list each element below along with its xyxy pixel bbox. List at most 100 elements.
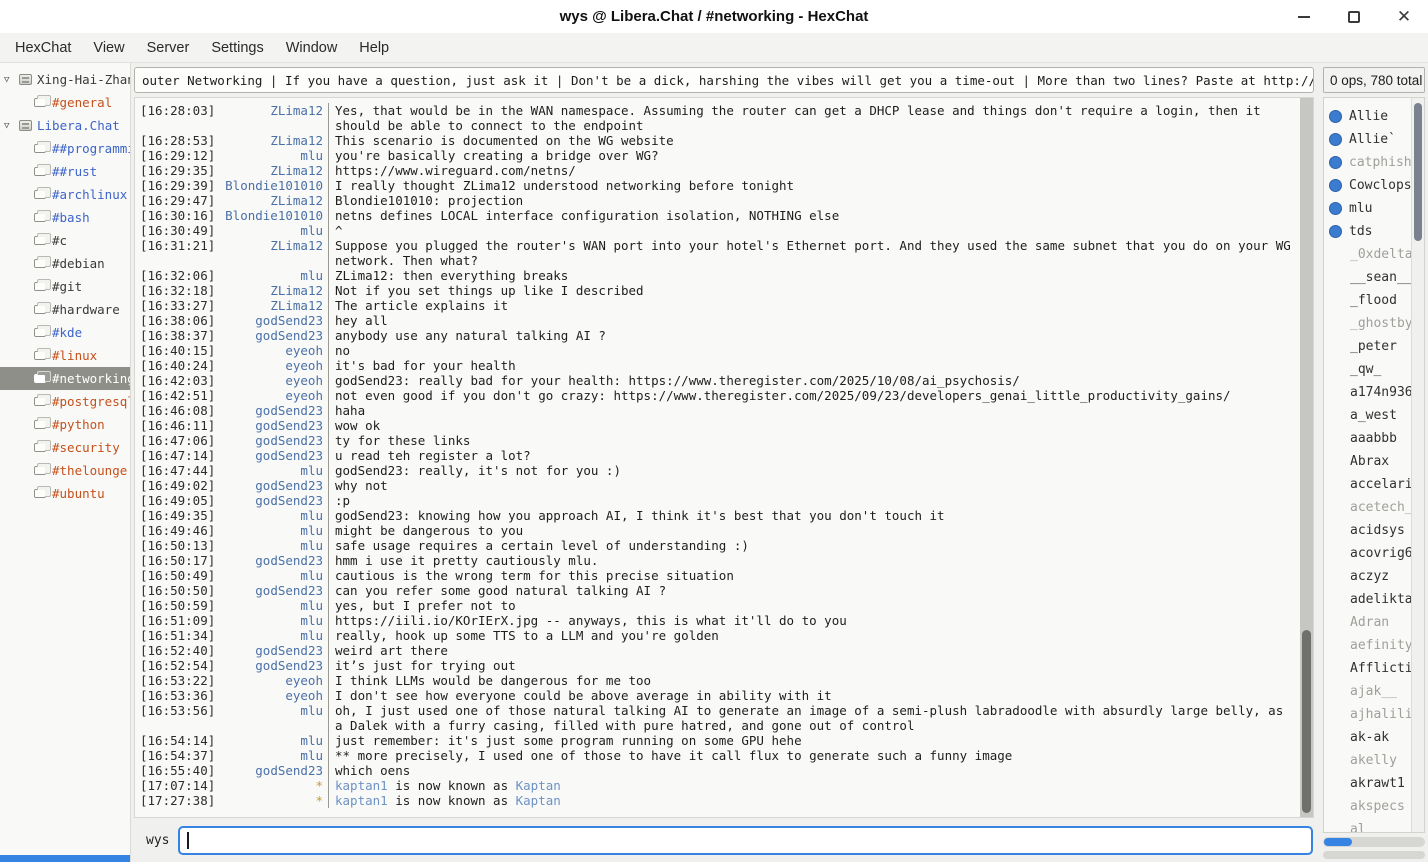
message-nick[interactable]: godSend23 — [220, 313, 328, 328]
user-item-affliction[interactable]: Affliction — [1324, 657, 1411, 680]
close-button[interactable]: ✕ — [1396, 9, 1412, 25]
tree-item--security[interactable]: #security — [0, 436, 130, 459]
tree-item--rust[interactable]: ##rust — [0, 160, 130, 183]
message-nick[interactable]: ZLima12 — [220, 103, 328, 133]
tree-item--linux[interactable]: #linux — [0, 344, 130, 367]
message-nick[interactable]: godSend23 — [220, 763, 328, 778]
expander-icon[interactable]: ▽ — [4, 121, 19, 131]
message-nick[interactable]: eyeoh — [220, 388, 328, 403]
message-nick[interactable]: ZLima12 — [220, 283, 328, 298]
user-item-ak-ak[interactable]: ak-ak — [1324, 726, 1411, 749]
user-item--sean-[interactable]: __sean__ — [1324, 266, 1411, 289]
message-nick[interactable]: Blondie101010 — [220, 178, 328, 193]
message-nick[interactable]: mlu — [220, 568, 328, 583]
message-nick[interactable]: godSend23 — [220, 478, 328, 493]
userlist-vertical-scrollbar[interactable] — [1411, 98, 1424, 832]
message-nick[interactable]: ZLima12 — [220, 238, 328, 268]
message-nick[interactable]: mlu — [220, 598, 328, 613]
message-nick[interactable]: eyeoh — [220, 358, 328, 373]
user-item-akspecs[interactable]: akspecs — [1324, 795, 1411, 818]
tree-item--ubuntu[interactable]: #ubuntu — [0, 482, 130, 505]
user-item-tds[interactable]: tds — [1324, 220, 1411, 243]
user-item-allie-[interactable]: Allie` — [1324, 128, 1411, 151]
user-item-acovrig60[interactable]: acovrig60 — [1324, 542, 1411, 565]
user-item--qw-[interactable]: _qw_ — [1324, 358, 1411, 381]
tree-item--debian[interactable]: #debian — [0, 252, 130, 275]
user-item-a174n936[interactable]: a174n936 — [1324, 381, 1411, 404]
message-nick[interactable]: mlu — [220, 463, 328, 478]
message-nick[interactable]: mlu — [220, 613, 328, 628]
user-item--ghostbyt[interactable]: _ghostbyt — [1324, 312, 1411, 335]
user-item-cowclops-[interactable]: Cowclops` — [1324, 174, 1411, 197]
message-nick[interactable]: godSend23 — [220, 583, 328, 598]
tree-item--git[interactable]: #git — [0, 275, 130, 298]
user-item--peter[interactable]: _peter — [1324, 335, 1411, 358]
user-item--0xdelta[interactable]: _0xdelta — [1324, 243, 1411, 266]
tree-item--thelounge[interactable]: #thelounge — [0, 459, 130, 482]
message-nick[interactable]: eyeoh — [220, 373, 328, 388]
message-nick[interactable]: eyeoh — [220, 673, 328, 688]
user-item--flood[interactable]: _flood — [1324, 289, 1411, 312]
menu-window[interactable]: Window — [275, 36, 349, 60]
message-nick[interactable]: godSend23 — [220, 658, 328, 673]
message-nick[interactable]: mlu — [220, 538, 328, 553]
user-item-aefinity[interactable]: aefinity — [1324, 634, 1411, 657]
message-nick[interactable]: Blondie101010 — [220, 208, 328, 223]
message-nick[interactable]: godSend23 — [220, 643, 328, 658]
message-nick[interactable]: mlu — [220, 733, 328, 748]
tree-item--general[interactable]: #general — [0, 91, 130, 114]
message-nick[interactable]: ZLima12 — [220, 163, 328, 178]
message-nick[interactable]: mlu — [220, 748, 328, 763]
message-nick[interactable]: godSend23 — [220, 448, 328, 463]
topic-bar[interactable]: outer Networking | If you have a questio… — [134, 67, 1314, 93]
message-nick[interactable]: ZLima12 — [220, 298, 328, 313]
user-item-ajhalili2[interactable]: ajhalili2 — [1324, 703, 1411, 726]
chat-scrollbar-thumb[interactable] — [1302, 630, 1311, 813]
tree-item--kde[interactable]: #kde — [0, 321, 130, 344]
user-item-aczyz[interactable]: aczyz — [1324, 565, 1411, 588]
tree-item--c[interactable]: #c — [0, 229, 130, 252]
message-nick[interactable]: ZLima12 — [220, 133, 328, 148]
message-nick[interactable]: godSend23 — [220, 328, 328, 343]
user-item-aaabbb[interactable]: aaabbb — [1324, 427, 1411, 450]
tree-item--programming[interactable]: ##programming — [0, 137, 130, 160]
user-item-mlu[interactable]: mlu — [1324, 197, 1411, 220]
message-nick[interactable]: mlu — [220, 148, 328, 163]
user-item-allie[interactable]: Allie — [1324, 105, 1411, 128]
tree-horizontal-scrollbar[interactable] — [0, 855, 130, 862]
tree-item--hardware[interactable]: #hardware — [0, 298, 130, 321]
tree-item--networking[interactable]: #networking — [0, 367, 130, 390]
user-item-akrawt1[interactable]: akrawt1 — [1324, 772, 1411, 795]
message-nick[interactable]: mlu — [220, 268, 328, 283]
user-item-catphish[interactable]: catphish — [1324, 151, 1411, 174]
message-nick[interactable]: godSend23 — [220, 418, 328, 433]
user-item-akelly[interactable]: akelly — [1324, 749, 1411, 772]
maximize-button[interactable] — [1346, 9, 1362, 25]
tree-item--postgresql[interactable]: #postgresql — [0, 390, 130, 413]
userlist-horizontal-scrollbar[interactable] — [1323, 837, 1425, 847]
user-item-acetech-[interactable]: acetech_ — [1324, 496, 1411, 519]
user-item-a-west[interactable]: a_west — [1324, 404, 1411, 427]
user-item-acidsys[interactable]: acidsys — [1324, 519, 1411, 542]
expander-icon[interactable]: ▽ — [4, 75, 19, 85]
message-nick[interactable]: mlu — [220, 628, 328, 643]
tree-item-libera-chat[interactable]: ▽Libera.Chat — [0, 114, 130, 137]
minimize-button[interactable] — [1296, 9, 1312, 25]
message-nick[interactable]: mlu — [220, 508, 328, 523]
user-item-adeliktas[interactable]: adeliktas — [1324, 588, 1411, 611]
user-item-al[interactable]: al — [1324, 818, 1411, 832]
menu-hexchat[interactable]: HexChat — [4, 36, 82, 60]
message-nick[interactable]: mlu — [220, 703, 328, 733]
tree-item--python[interactable]: #python — [0, 413, 130, 436]
message-nick[interactable]: mlu — [220, 523, 328, 538]
tree-item--archlinux[interactable]: #archlinux — [0, 183, 130, 206]
userlist-bottom-scrollbar[interactable] — [1323, 851, 1425, 859]
user-item-adran[interactable]: Adran — [1324, 611, 1411, 634]
userlist-hscrollbar-thumb[interactable] — [1324, 838, 1352, 846]
user-item-accelario[interactable]: accelario — [1324, 473, 1411, 496]
menu-help[interactable]: Help — [348, 36, 400, 60]
message-nick[interactable]: godSend23 — [220, 433, 328, 448]
message-nick[interactable]: eyeoh — [220, 688, 328, 703]
userlist-scrollbar-thumb[interactable] — [1414, 103, 1422, 241]
message-nick[interactable]: mlu — [220, 223, 328, 238]
